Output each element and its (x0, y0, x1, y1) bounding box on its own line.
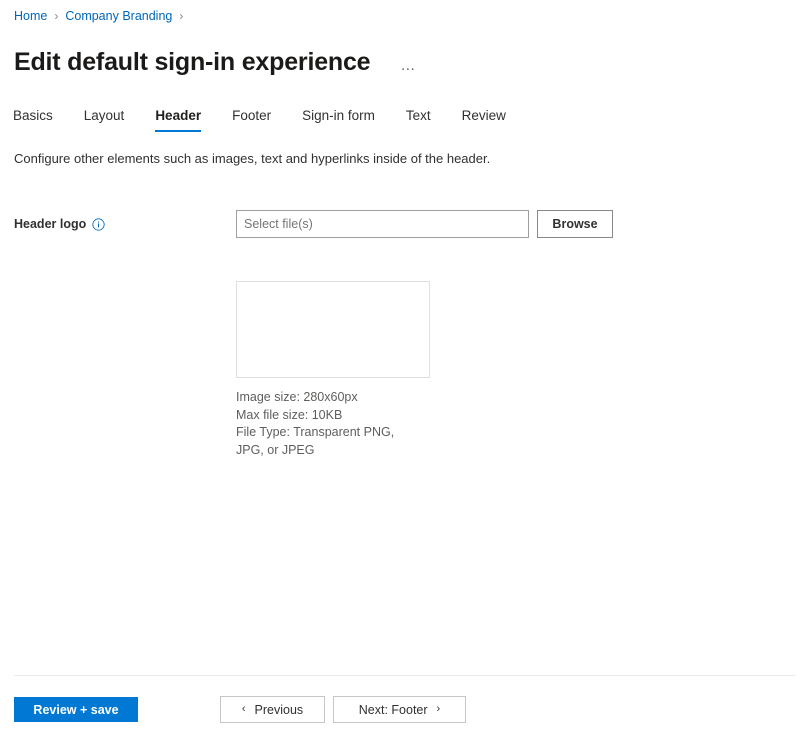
tab-sign-in-form[interactable]: Sign-in form (302, 104, 375, 132)
header-logo-label-group: Header logo (14, 217, 236, 231)
tab-review[interactable]: Review (462, 104, 506, 132)
header-logo-label: Header logo (14, 217, 86, 231)
previous-button-label: Previous (255, 703, 304, 717)
tab-basics[interactable]: Basics (13, 104, 53, 132)
footer-action-bar: Review + save ‹ Previous Next: Footer › (0, 694, 810, 728)
next-footer-button[interactable]: Next: Footer › (333, 696, 466, 723)
file-requirement-image-size: Image size: 280x60px (236, 389, 396, 407)
more-options-icon[interactable]: … (396, 55, 421, 76)
previous-button[interactable]: ‹ Previous (220, 696, 325, 723)
header-logo-file-input[interactable] (236, 210, 529, 238)
browse-button[interactable]: Browse (537, 210, 613, 238)
tab-footer[interactable]: Footer (232, 104, 271, 132)
breadcrumb: Home › Company Branding › (14, 7, 190, 25)
footer-divider (14, 675, 796, 676)
breadcrumb-chevron-icon: › (179, 7, 183, 25)
review-and-save-button[interactable]: Review + save (14, 697, 138, 722)
page-title: Edit default sign-in experience (14, 48, 370, 77)
tab-layout[interactable]: Layout (84, 104, 125, 132)
file-requirement-max-size: Max file size: 10KB (236, 407, 396, 425)
chevron-left-icon: ‹ (242, 704, 246, 715)
chevron-right-icon: › (437, 704, 441, 715)
header-logo-preview (236, 281, 430, 378)
page-title-row: Edit default sign-in experience … (14, 31, 421, 94)
breadcrumb-chevron-icon: › (54, 7, 58, 25)
file-requirements: Image size: 280x60px Max file size: 10KB… (236, 389, 396, 459)
breadcrumb-item-company-branding[interactable]: Company Branding (65, 7, 172, 25)
next-button-label: Next: Footer (359, 703, 428, 717)
file-requirement-file-type: File Type: Transparent PNG, JPG, or JPEG (236, 424, 396, 459)
tab-bar: Basics Layout Header Footer Sign-in form… (13, 104, 537, 132)
section-description: Configure other elements such as images,… (14, 150, 490, 168)
tab-text[interactable]: Text (406, 104, 431, 132)
info-icon[interactable] (92, 218, 105, 231)
tab-header[interactable]: Header (155, 104, 201, 132)
header-logo-field-row: Header logo Browse (14, 210, 614, 238)
breadcrumb-item-home[interactable]: Home (14, 7, 47, 25)
